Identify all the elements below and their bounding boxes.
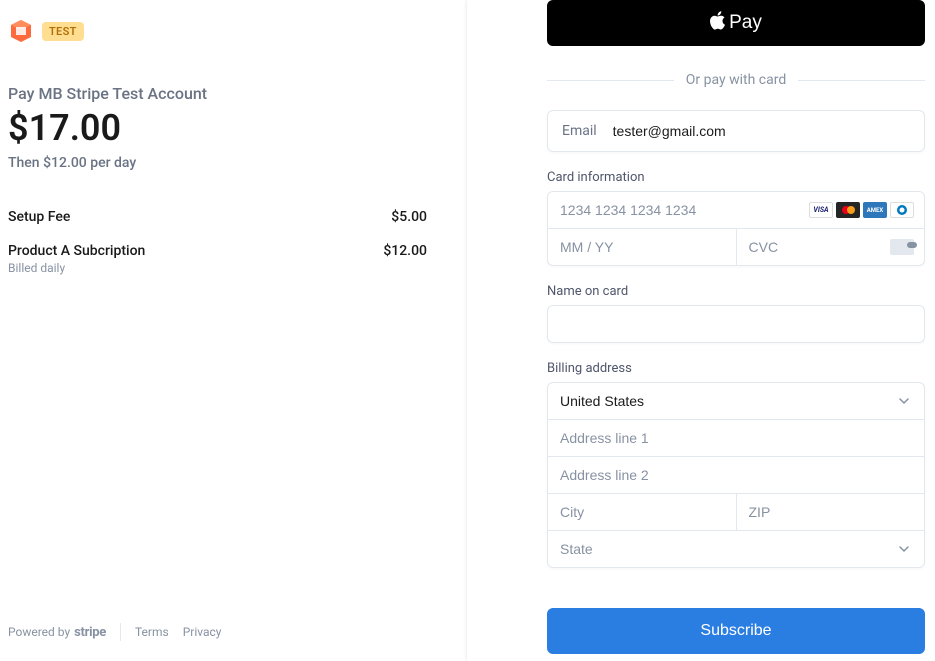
line-item-price: $5.00 — [391, 209, 427, 225]
billing-field-group: Billing address United States — [547, 361, 925, 568]
card-expiry-input[interactable] — [548, 229, 736, 265]
card-field-group: Card information VISA AMEX — [547, 170, 925, 266]
merchant-logo-icon — [8, 18, 34, 44]
privacy-link[interactable]: Privacy — [183, 625, 222, 639]
apple-pay-label: Pay — [729, 12, 762, 34]
apple-pay-button[interactable]: Pay — [547, 0, 925, 46]
powered-by-text: Powered by — [8, 625, 70, 639]
email-input[interactable] — [613, 123, 910, 139]
country-select[interactable]: United States — [548, 383, 924, 419]
recurring-note: Then $12.00 per day — [8, 155, 427, 171]
mastercard-icon — [836, 202, 860, 218]
line-item: Product A Subcription $12.00 Billed dail… — [8, 243, 427, 295]
payment-panel: Pay Or pay with card Email Card informat… — [467, 0, 935, 661]
footer: Powered by stripe Terms Privacy — [8, 623, 427, 641]
pay-with-card-divider: Or pay with card — [547, 72, 925, 88]
email-field-group: Email — [547, 110, 925, 152]
line-item-label: Product A Subcription — [8, 243, 145, 259]
line-item-label: Setup Fee — [8, 209, 70, 225]
card-brand-icons: VISA AMEX — [809, 202, 914, 218]
summary-panel: TEST Pay MB Stripe Test Account $17.00 T… — [0, 0, 467, 661]
divider-text: Or pay with card — [674, 72, 798, 88]
terms-link[interactable]: Terms — [135, 625, 169, 639]
line-item: Setup Fee $5.00 — [8, 209, 427, 227]
diners-icon — [890, 202, 914, 218]
state-select[interactable]: State — [548, 531, 924, 567]
card-section-label: Card information — [547, 170, 925, 185]
subscribe-button[interactable]: Subscribe — [547, 608, 925, 654]
header: TEST — [8, 18, 427, 44]
divider — [120, 623, 121, 641]
total-amount: $17.00 — [8, 107, 427, 149]
name-field-group: Name on card — [547, 284, 925, 343]
amex-icon: AMEX — [863, 202, 887, 218]
pay-to-title: Pay MB Stripe Test Account — [8, 84, 427, 103]
address-line2-input[interactable] — [548, 457, 924, 493]
line-item-price: $12.00 — [383, 243, 427, 259]
powered-by: Powered by stripe — [8, 625, 106, 640]
apple-logo-icon — [710, 11, 726, 35]
stripe-logo: stripe — [74, 625, 106, 640]
zip-input[interactable] — [737, 494, 925, 530]
billing-label: Billing address — [547, 361, 925, 376]
test-badge: TEST — [42, 22, 84, 41]
visa-icon: VISA — [809, 202, 833, 218]
email-label: Email — [562, 123, 597, 139]
cvc-card-icon — [890, 239, 914, 255]
city-input[interactable] — [548, 494, 736, 530]
name-label: Name on card — [547, 284, 925, 299]
address-line1-input[interactable] — [548, 420, 924, 456]
name-input[interactable] — [548, 306, 924, 342]
line-item-sublabel: Billed daily — [8, 261, 427, 275]
